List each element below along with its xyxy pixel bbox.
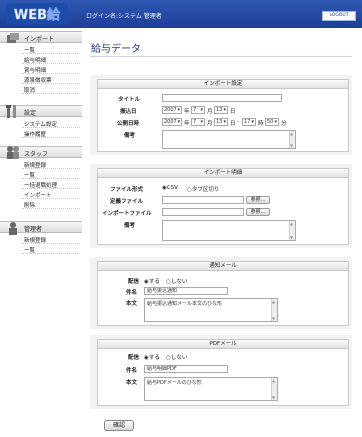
publish-month-select[interactable]: 7 bbox=[191, 118, 205, 126]
sidebar-item-system-settings[interactable]: システム設定 bbox=[0, 119, 82, 128]
notify-body-text: 給与振込通知メール本文のひな形 bbox=[147, 301, 223, 307]
sidebar-section-settings: 設定 bbox=[0, 105, 82, 118]
transfer-year-unit: 年 bbox=[184, 109, 190, 115]
definition-file-browse-button[interactable]: 参照... bbox=[246, 196, 270, 204]
notify-mail-heading: 通知メール bbox=[98, 262, 348, 271]
publish-hour-unit: 時 bbox=[258, 121, 264, 127]
notify-mail-panel: 通知メール 配信 ◉する ○しない 件名 給与振込通知 本文 給与振込通知メール… bbox=[97, 261, 349, 326]
notify-subject-label: 件名 bbox=[126, 290, 138, 296]
pdf-body-label: 本文 bbox=[126, 380, 138, 386]
staff-icon bbox=[7, 146, 19, 159]
pdf-subject-label: 件名 bbox=[126, 368, 138, 374]
format-csv-radio[interactable]: ◉CSV bbox=[162, 185, 178, 191]
file-format-label: ファイル形式 bbox=[110, 187, 144, 193]
sidebar-item-staff-new[interactable]: 新規登録 bbox=[0, 160, 82, 169]
pdf-send-no-radio[interactable]: ○しない bbox=[166, 353, 187, 361]
pdf-subject-input[interactable]: 給与明細PDF bbox=[144, 365, 228, 373]
sidebar-item-staff-list[interactable]: 一覧 bbox=[0, 170, 82, 179]
detail-note-textarea[interactable] bbox=[162, 220, 296, 241]
transfer-month-select[interactable]: 7 bbox=[191, 106, 205, 114]
note-textarea[interactable] bbox=[162, 130, 296, 149]
title-label: タイトル bbox=[118, 97, 141, 103]
pdf-mail-panel: PDFメール 配信 ◉する ○しない 件名 給与明細PDF 本文 給与PDFメー… bbox=[97, 339, 349, 406]
logo-text: WEB給 bbox=[14, 7, 61, 23]
publish-minute-select[interactable]: 50 bbox=[265, 118, 279, 126]
sidebar-item-staff-bulk-retire[interactable]: 一括退職処理 bbox=[0, 180, 82, 189]
definition-file-input[interactable] bbox=[162, 196, 244, 204]
import-detail-panel: インポート明細 ファイル形式 ◉CSV ○タブ区切り 定義ファイル 参照... … bbox=[97, 168, 349, 245]
sidebar-section-staff: スタッフ bbox=[0, 146, 82, 159]
detail-note-label: 備考 bbox=[124, 223, 136, 229]
definition-file-label: 定義ファイル bbox=[110, 199, 144, 205]
sidebar-item-operation-log[interactable]: 操作履歴 bbox=[0, 129, 82, 138]
notify-body-label: 本文 bbox=[126, 301, 138, 307]
transfer-day-unit: 日 bbox=[230, 109, 236, 115]
note-scrollbar[interactable] bbox=[289, 131, 295, 148]
notify-body-textarea[interactable]: 給与振込通知メール本文のひな形 bbox=[144, 298, 278, 322]
transfer-year-select[interactable]: 2007 bbox=[162, 106, 182, 114]
publish-month-unit: 月 bbox=[207, 121, 213, 127]
sidebar: インポート 一覧 給与明細 賞与明細 源泉徴収票 取消 設定 システム設定 操作… bbox=[0, 28, 82, 437]
publish-date-label: 公開日時 bbox=[117, 121, 140, 127]
transfer-date-label: 振込日 bbox=[120, 109, 137, 115]
pdf-send-yes-radio[interactable]: ◉する bbox=[144, 353, 160, 361]
sidebar-item-cancel[interactable]: 取消 bbox=[0, 85, 82, 94]
transfer-month-unit: 月 bbox=[207, 109, 213, 115]
logout-button[interactable]: LOGOUT bbox=[322, 11, 356, 21]
confirm-button[interactable]: 確認 bbox=[104, 420, 134, 431]
sidebar-item-withholding[interactable]: 源泉徴収票 bbox=[0, 75, 82, 84]
sidebar-section-import-title: インポート bbox=[24, 36, 55, 43]
sidebar-item-bonus-detail[interactable]: 賞与明細 bbox=[0, 65, 82, 74]
pdf-body-scrollbar[interactable] bbox=[271, 378, 277, 400]
import-file-browse-button[interactable]: 参照... bbox=[246, 208, 270, 216]
admin-icon bbox=[9, 222, 17, 235]
sidebar-section-settings-title: 設定 bbox=[24, 110, 37, 117]
import-settings-heading: インポート設定 bbox=[98, 80, 348, 89]
publish-dash: - bbox=[237, 119, 239, 125]
sidebar-item-salary-detail[interactable]: 給与明細 bbox=[0, 55, 82, 64]
sidebar-section-admin: 管理者 bbox=[0, 221, 82, 235]
app-header: WEB給 ログイン名:システム 管理者 LOGOUT bbox=[0, 0, 362, 28]
notify-send-label: 配信 bbox=[128, 279, 140, 285]
publish-day-unit: 日 bbox=[230, 121, 236, 127]
page-title: 給与データ bbox=[91, 44, 141, 55]
login-info: ログイン名:システム 管理者 bbox=[86, 13, 162, 20]
publish-hour-select[interactable]: 17 bbox=[242, 118, 256, 126]
publish-year-select[interactable]: 2007 bbox=[162, 118, 182, 126]
notify-send-no-radio[interactable]: ○しない bbox=[166, 277, 187, 285]
pdf-body-text: 給与PDFメールのひな形 bbox=[147, 380, 202, 386]
import-icon bbox=[7, 33, 19, 43]
sidebar-item-import-list[interactable]: 一覧 bbox=[0, 45, 82, 54]
publish-minute-unit: 分 bbox=[281, 121, 287, 127]
sidebar-section-import: インポート bbox=[0, 31, 82, 43]
pdf-send-label: 配信 bbox=[128, 355, 140, 361]
format-tab-radio[interactable]: ○タブ区切り bbox=[187, 185, 219, 193]
detail-note-scrollbar[interactable] bbox=[289, 221, 295, 240]
title-divider bbox=[90, 56, 352, 57]
pdf-body-textarea[interactable]: 給与PDFメールのひな形 bbox=[144, 377, 278, 401]
transfer-day-select[interactable]: 13 bbox=[214, 106, 228, 114]
import-detail-heading: インポート明細 bbox=[98, 169, 348, 178]
sidebar-item-admin-new[interactable]: 新規登録 bbox=[0, 235, 82, 244]
sidebar-item-admin-list[interactable]: 一覧 bbox=[0, 245, 82, 254]
notify-body-scrollbar[interactable] bbox=[271, 299, 277, 321]
sidebar-section-admin-title: 管理者 bbox=[24, 226, 43, 233]
tools-icon bbox=[6, 105, 16, 118]
import-file-input[interactable] bbox=[162, 208, 244, 216]
web-kyu-logo: WEB給 bbox=[6, 3, 68, 25]
title-input[interactable] bbox=[162, 94, 282, 102]
publish-day-select[interactable]: 13 bbox=[214, 118, 228, 126]
sidebar-item-staff-import[interactable]: インポート bbox=[0, 190, 82, 199]
import-file-label: インポートファイル bbox=[102, 211, 152, 217]
import-settings-panel: インポート設定 タイトル 振込日 2007 年 7 月 13 日 公開日時 20… bbox=[97, 79, 349, 152]
notify-subject-input[interactable]: 給与振込通知 bbox=[144, 287, 228, 295]
note-label: 備考 bbox=[124, 133, 136, 139]
sidebar-section-staff-title: スタッフ bbox=[24, 151, 49, 158]
publish-year-unit: 年 bbox=[184, 121, 190, 127]
pdf-mail-heading: PDFメール bbox=[98, 340, 348, 349]
notify-send-yes-radio[interactable]: ◉する bbox=[144, 277, 160, 285]
sidebar-item-staff-delete[interactable]: 削除 bbox=[0, 200, 82, 209]
